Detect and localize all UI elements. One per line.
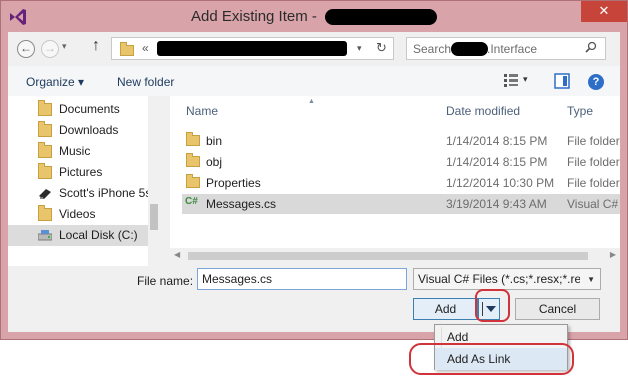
organize-menu[interactable]: Organize ▾ xyxy=(26,75,84,89)
scrollbar-thumb[interactable] xyxy=(188,252,588,260)
redacted-path xyxy=(157,41,347,56)
sidebar-item-label: Music xyxy=(59,144,91,158)
sidebar-item-documents[interactable]: Documents xyxy=(8,99,148,120)
folder-icon xyxy=(120,42,134,56)
file-type: File folder xyxy=(567,155,620,169)
file-name: bin xyxy=(206,134,223,148)
file-date: 3/19/2014 9:43 AM xyxy=(446,197,547,211)
command-bar: Organize ▾ New folder ▾ ? xyxy=(8,66,620,96)
sidebar-item-label: Documents xyxy=(59,102,120,116)
file-list-horizontal-scrollbar[interactable]: ◀ ▶ xyxy=(170,248,620,264)
view-dropdown-icon[interactable]: ▾ xyxy=(523,74,528,85)
sort-ascending-icon: ▲ xyxy=(308,98,315,105)
forward-button[interactable]: → xyxy=(41,40,59,58)
search-placeholder-suffix: .Interface xyxy=(487,42,538,56)
column-header-date-modified[interactable]: Date modified xyxy=(446,104,520,118)
dialog-window: Add Existing Item - ✕ ← → ▾ ↑ « ▾ ↻ Sear… xyxy=(0,0,628,340)
sidebar-item-label: Local Disk (C:) xyxy=(59,228,138,242)
documents-icon xyxy=(38,100,52,116)
search-input[interactable]: Search .Interface xyxy=(406,37,606,60)
preview-pane-icon[interactable] xyxy=(554,73,570,89)
file-row-properties[interactable]: Properties 1/12/2014 10:30 PM File folde… xyxy=(182,173,620,193)
new-folder-button[interactable]: New folder xyxy=(117,75,174,89)
back-button[interactable]: ← xyxy=(17,40,35,58)
scrollbar-thumb[interactable] xyxy=(150,204,158,230)
file-type-filter-value: Visual C# Files (*.cs;*.resx;*.resw xyxy=(418,272,580,286)
title-bar[interactable]: Add Existing Item - ✕ xyxy=(1,1,627,33)
refresh-icon[interactable]: ↻ xyxy=(376,40,387,56)
file-name-label: File name: xyxy=(137,274,194,288)
phone-icon xyxy=(39,189,51,199)
scroll-right-icon[interactable]: ▶ xyxy=(610,250,616,259)
file-row-bin[interactable]: bin 1/14/2014 8:15 PM File folder xyxy=(182,131,620,151)
address-bar[interactable]: « ▾ ↻ xyxy=(111,37,394,60)
column-header-name[interactable]: Name xyxy=(186,104,218,118)
file-date: 1/14/2014 8:15 PM xyxy=(446,134,548,148)
file-date: 1/14/2014 8:15 PM xyxy=(446,155,548,169)
sidebar-item-label: Pictures xyxy=(59,165,103,179)
search-placeholder-prefix: Search xyxy=(413,42,452,56)
file-type: File folder xyxy=(567,134,620,148)
folder-icon xyxy=(186,174,200,188)
visual-studio-icon xyxy=(10,9,26,25)
file-name: Messages.cs xyxy=(206,197,277,211)
sidebar-item-downloads[interactable]: Downloads xyxy=(8,120,148,141)
file-name-field[interactable] xyxy=(197,268,407,290)
file-type: File folder xyxy=(567,176,620,190)
navigation-pane-scrollbar[interactable] xyxy=(148,96,160,266)
view-options-icon[interactable] xyxy=(504,73,518,87)
file-type: Visual C# xyxy=(567,197,619,211)
file-name: obj xyxy=(206,155,223,169)
file-list: ▲ Name Date modified Type bin 1/14/2014 … xyxy=(170,96,620,258)
address-overflow-chevron[interactable]: « xyxy=(142,41,149,55)
navigation-pane: Documents Downloads Music Pictures Scott… xyxy=(8,96,160,266)
sidebar-item-label: Downloads xyxy=(59,123,119,137)
sidebar-item-music[interactable]: Music xyxy=(8,141,148,162)
downloads-icon xyxy=(38,121,52,137)
cancel-button[interactable]: Cancel xyxy=(515,298,600,320)
pictures-icon xyxy=(38,163,52,179)
file-date: 1/12/2014 10:30 PM xyxy=(446,176,555,190)
folder-icon xyxy=(186,153,200,167)
add-button[interactable]: Add xyxy=(413,298,478,320)
window-title: Add Existing Item - xyxy=(191,8,317,25)
column-header-type[interactable]: Type xyxy=(567,104,593,118)
videos-icon xyxy=(38,205,52,221)
sidebar-item-local-disk[interactable]: Local Disk (C:) xyxy=(8,225,148,246)
csharp-file-icon: C# xyxy=(185,196,198,207)
help-icon[interactable]: ? xyxy=(588,74,604,90)
music-icon xyxy=(38,142,52,158)
disk-icon xyxy=(38,230,52,241)
folder-icon xyxy=(186,132,200,146)
close-button[interactable]: ✕ xyxy=(581,1,627,22)
sidebar-item-label: Scott's iPhone 5s xyxy=(59,186,152,200)
redacted-project-name xyxy=(325,9,437,25)
file-type-filter-select[interactable]: Visual C# Files (*.cs;*.resx;*.resw ▼ xyxy=(413,268,601,290)
recent-locations-chevron-icon[interactable]: ▾ xyxy=(62,41,67,52)
annotation-highlight-add-as-link xyxy=(409,343,574,375)
sidebar-item-pictures[interactable]: Pictures xyxy=(8,162,148,183)
sidebar-item-videos[interactable]: Videos xyxy=(8,204,148,225)
address-dropdown-icon[interactable]: ▾ xyxy=(357,43,362,54)
sidebar-item-iphone[interactable]: Scott's iPhone 5s xyxy=(8,183,152,204)
chevron-down-icon: ▼ xyxy=(587,275,595,284)
up-folder-button[interactable]: ↑ xyxy=(92,37,100,55)
search-icon[interactable] xyxy=(585,41,597,53)
file-row-messages-cs[interactable]: C# Messages.cs 3/19/2014 9:43 AM Visual … xyxy=(182,194,620,214)
file-name: Properties xyxy=(206,176,261,190)
menu-item-label: Add xyxy=(447,330,469,344)
redacted-search-term xyxy=(451,42,488,56)
dialog-client-area: ← → ▾ ↑ « ▾ ↻ Search .Interface Organize… xyxy=(8,32,620,332)
sidebar-item-label: Videos xyxy=(59,207,96,221)
scroll-left-icon[interactable]: ◀ xyxy=(174,250,180,259)
annotation-highlight-split-arrow xyxy=(475,289,510,322)
file-row-obj[interactable]: obj 1/14/2014 8:15 PM File folder xyxy=(182,152,620,172)
